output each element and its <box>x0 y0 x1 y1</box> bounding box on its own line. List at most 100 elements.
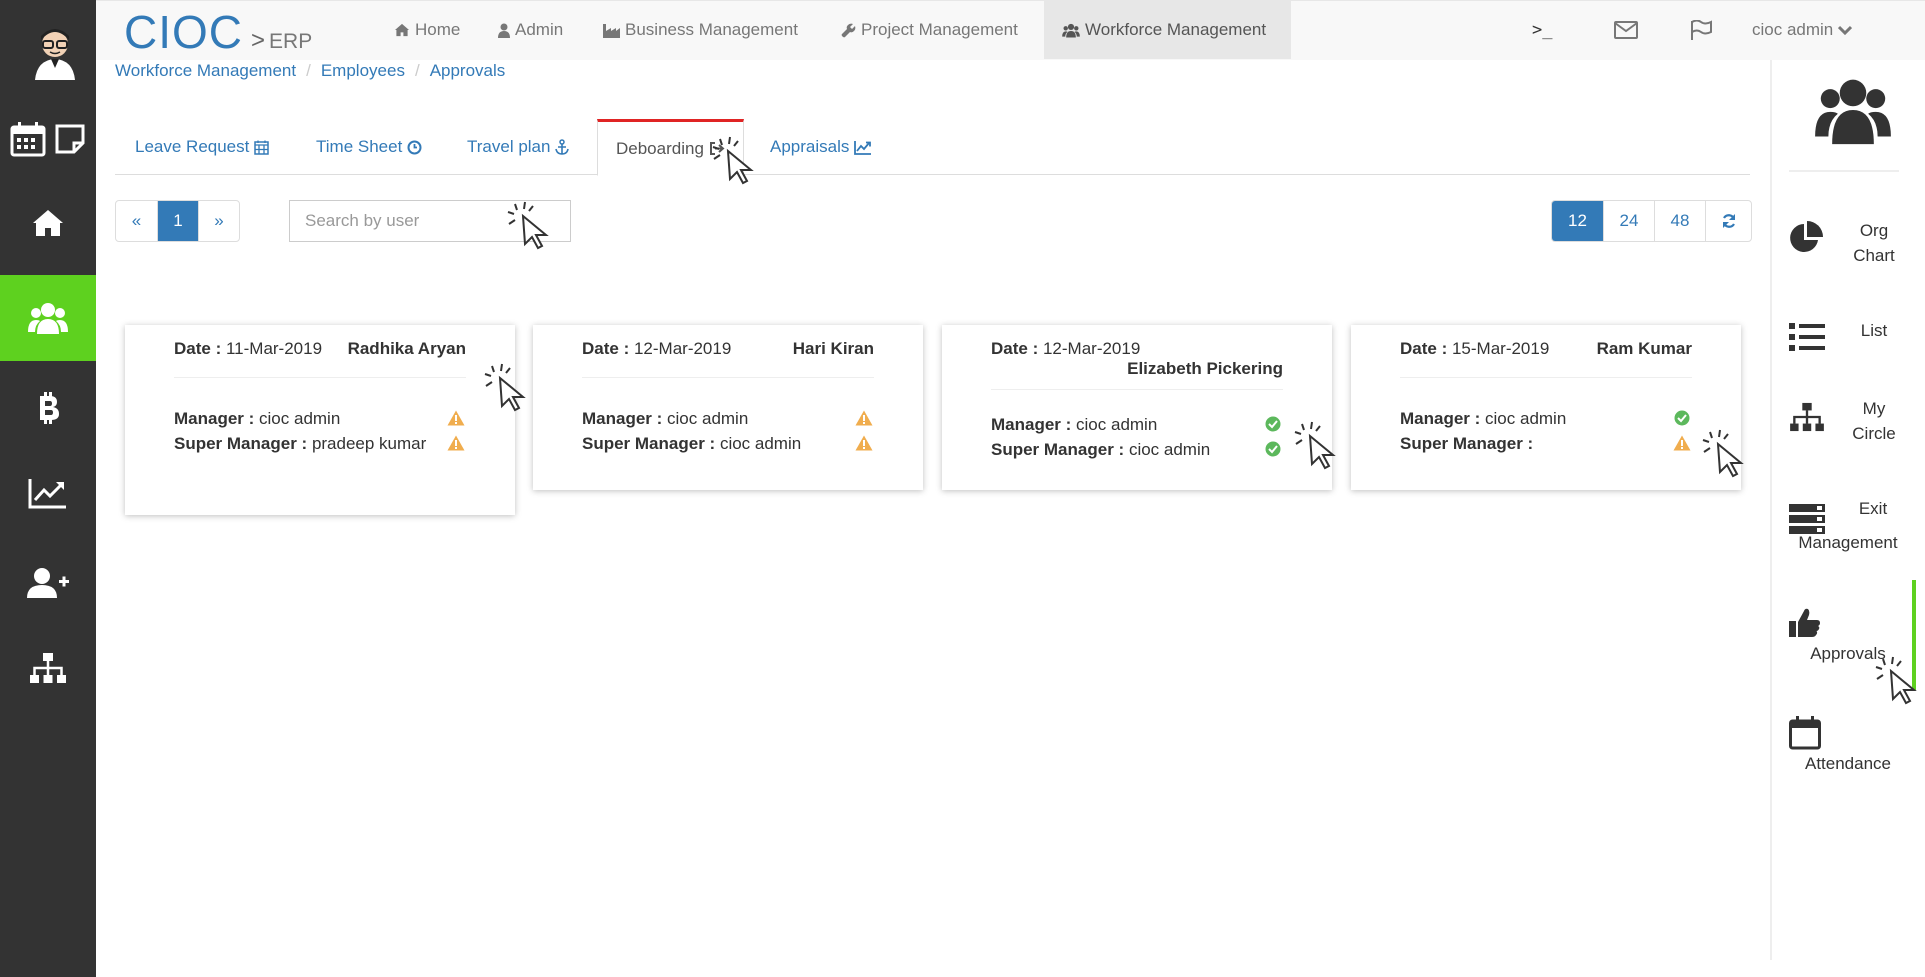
breadcrumb-separator: / <box>306 61 311 80</box>
envelope-icon <box>1614 21 1638 39</box>
left-sidebar <box>0 0 96 977</box>
sticky-note-icon <box>55 124 85 154</box>
rs-label: List <box>1860 321 1888 340</box>
warning-icon <box>854 433 874 453</box>
calendar-notes-item[interactable] <box>0 96 96 182</box>
pagination-prev[interactable]: « <box>116 201 157 241</box>
nav-home[interactable]: Home <box>394 1 460 59</box>
user-icon <box>498 23 510 38</box>
pagination: « 1 » <box>115 200 240 242</box>
line-chart-icon <box>854 140 872 155</box>
warning-icon <box>1672 433 1692 453</box>
card-employee-name: Radhika Aryan <box>347 339 466 358</box>
card-manager-row: Manager : cioc admin <box>991 412 1283 437</box>
reports-item[interactable] <box>0 450 96 536</box>
card-employee-name: Ram Kumar <box>1596 339 1692 358</box>
pagination-page[interactable]: 1 <box>157 201 198 241</box>
nav-workforce-management[interactable]: Workforce Management <box>1044 1 1291 59</box>
list-icon <box>1789 323 1825 351</box>
card-manager-row: Manager : cioc admin <box>1400 406 1692 431</box>
card-manager: cioc admin <box>667 409 749 428</box>
card-date: Date : 12-Mar-2019 <box>991 339 1141 358</box>
card-employee-name: Elizabeth Pickering <box>1127 359 1283 378</box>
tab-bar: Leave Request Time Sheet Travel plan Deb… <box>115 119 1750 176</box>
rs-item-my-circle[interactable]: My Circle <box>1773 396 1923 456</box>
flag-icon <box>1691 20 1712 40</box>
card-header: Date : 15-Mar-2019 Ram Kumar <box>1400 339 1692 378</box>
nav-home-label: Home <box>415 20 461 39</box>
workforce-item[interactable] <box>0 275 96 361</box>
rs-label: Management <box>1798 533 1898 552</box>
refresh-icon <box>1722 214 1735 228</box>
avatar[interactable] <box>32 28 78 80</box>
click-cursor-icon <box>507 201 549 250</box>
card-header: Date : 12-Mar-2019 Hari Kiran <box>582 339 874 378</box>
home-icon <box>33 210 63 236</box>
pie-chart-icon <box>1790 221 1823 252</box>
click-cursor-icon <box>712 136 754 185</box>
rs-item-list[interactable]: List <box>1773 318 1923 358</box>
rs-item-org-chart[interactable]: Org Chart <box>1773 218 1923 288</box>
card-super-manager-row: Super Manager : cioc admin <box>582 431 874 456</box>
users-icon <box>1062 23 1080 38</box>
tab-time-sheet-label: Time Sheet <box>316 137 403 156</box>
refresh-button[interactable] <box>1705 201 1751 241</box>
flag-button[interactable] <box>1690 1 1712 59</box>
finance-item[interactable] <box>0 365 96 451</box>
rs-item-exit-management[interactable]: Exit Management <box>1773 496 1923 566</box>
user-menu[interactable]: cioc admin <box>1752 1 1853 59</box>
rs-label: Org <box>1859 221 1889 240</box>
page-size-48[interactable]: 48 <box>1654 201 1705 241</box>
nav-project-management[interactable]: Project Management <box>841 1 1018 59</box>
tab-appraisals[interactable]: Appraisals <box>770 119 872 175</box>
brand-logo[interactable]: CIOC > ERP <box>124 5 312 59</box>
right-sidebar-divider <box>1770 60 1772 960</box>
deboarding-card[interactable]: Date : 12-Mar-2019 Hari Kiran Manager : … <box>533 325 923 490</box>
users-icon <box>1815 79 1891 145</box>
tab-time-sheet[interactable]: Time Sheet <box>316 119 422 175</box>
add-user-item[interactable] <box>0 540 96 626</box>
org-structure-item[interactable] <box>0 625 96 711</box>
nav-admin[interactable]: Admin <box>498 1 563 59</box>
breadcrumb-employees[interactable]: Employees <box>321 61 405 81</box>
rs-label: Attendance <box>1804 754 1891 773</box>
breadcrumb-workforce[interactable]: Workforce Management <box>115 61 296 81</box>
tab-leave-request-label: Leave Request <box>135 137 250 156</box>
page-size-12[interactable]: 12 <box>1552 201 1603 241</box>
wrench-icon <box>841 23 856 37</box>
home-item[interactable] <box>0 180 96 266</box>
breadcrumb-approvals[interactable]: Approvals <box>430 61 506 81</box>
chevron-down-icon <box>1838 25 1853 35</box>
mail-button[interactable] <box>1614 1 1638 59</box>
terminal-button[interactable]: >_ <box>1532 1 1552 59</box>
card-manager: cioc admin <box>259 409 341 428</box>
terminal-icon: >_ <box>1532 20 1553 40</box>
card-super-manager: cioc admin <box>1128 440 1211 459</box>
nav-business-management[interactable]: Business Management <box>603 1 798 59</box>
check-circle-icon <box>1672 408 1692 428</box>
page-size-24[interactable]: 24 <box>1603 201 1654 241</box>
pagination-next[interactable]: » <box>198 201 239 241</box>
tab-travel-plan-label: Travel plan <box>467 137 551 156</box>
thumbs-up-icon <box>1789 608 1820 637</box>
tab-leave-request[interactable]: Leave Request <box>135 119 270 175</box>
tab-travel-plan[interactable]: Travel plan <box>467 119 570 175</box>
rs-item-attendance[interactable]: Attendance <box>1773 716 1923 786</box>
warning-icon <box>854 408 874 428</box>
breadcrumb: Workforce Management / Employees / Appro… <box>115 61 505 81</box>
calendar-icon <box>254 140 270 155</box>
bitcoin-icon <box>40 392 59 424</box>
rs-label: Chart <box>1853 246 1895 265</box>
line-chart-icon <box>28 479 66 509</box>
sitemap-icon <box>1790 402 1824 432</box>
user-menu-label: cioc admin <box>1752 20 1834 39</box>
page-size-selector: 12 24 48 <box>1551 200 1752 242</box>
deboarding-card[interactable]: Date : 11-Mar-2019 Radhika Aryan Manager… <box>125 325 515 515</box>
card-manager: cioc admin <box>1076 415 1158 434</box>
tab-deboarding-label: Deboarding <box>616 138 704 158</box>
deboarding-card[interactable]: Date : 12-Mar-2019 Elizabeth Pickering M… <box>942 325 1332 490</box>
rs-label: Circle <box>1852 424 1896 443</box>
deboarding-card[interactable]: Date : 15-Mar-2019 Ram Kumar Manager : c… <box>1351 325 1741 490</box>
card-manager-row: Manager : cioc admin <box>174 406 466 431</box>
nav-workforce-label: Workforce Management <box>1085 20 1267 39</box>
